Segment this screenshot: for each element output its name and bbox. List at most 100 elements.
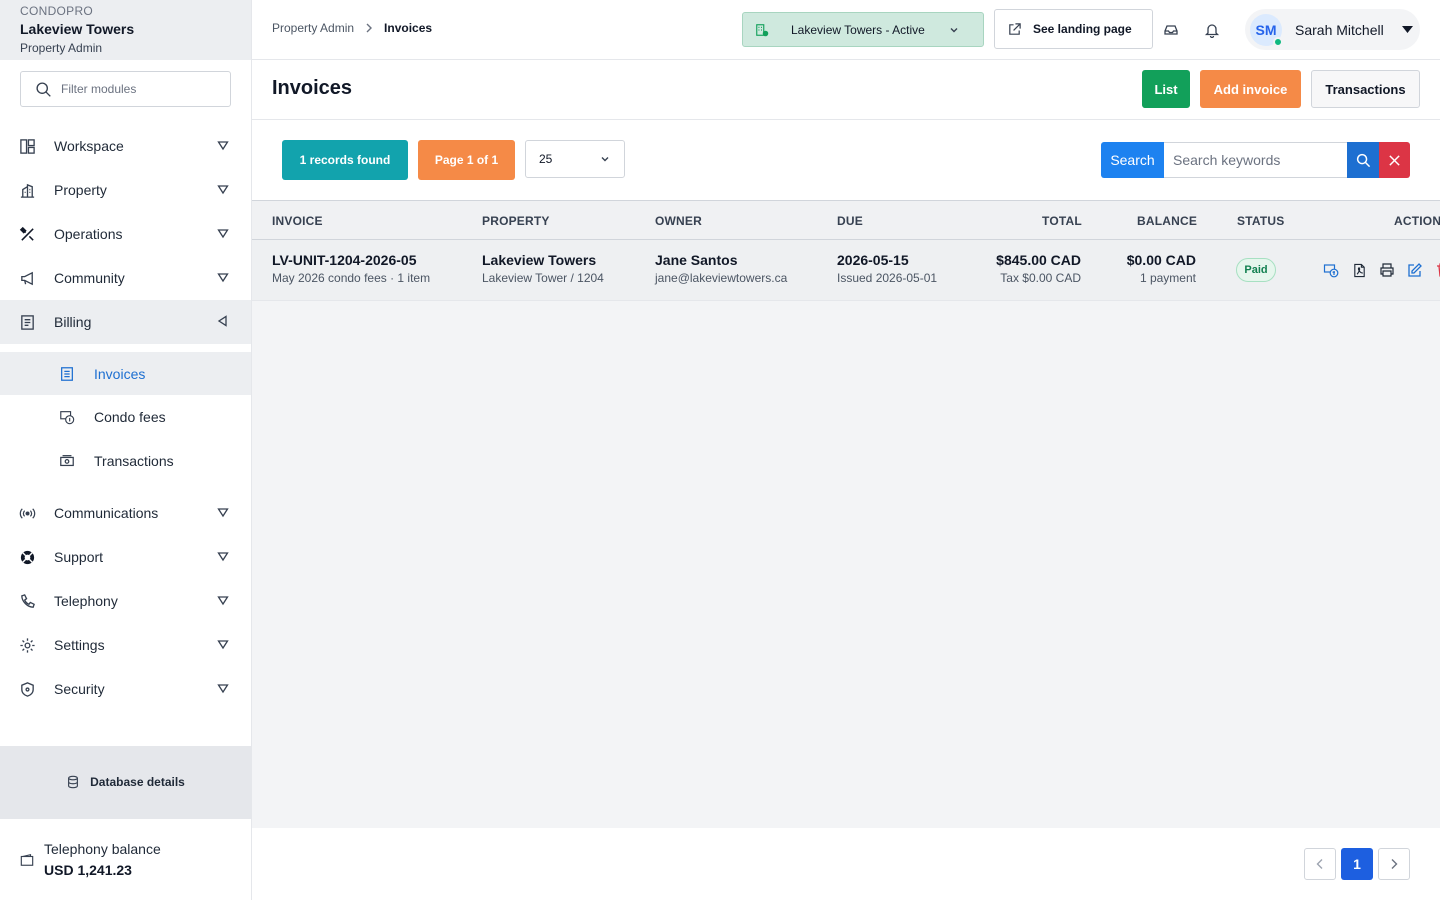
search-icon — [36, 81, 51, 97]
balance-cell: $0.00 CAD 1 payment — [1092, 252, 1196, 288]
per-page-select[interactable]: 25 — [525, 140, 625, 178]
telephony-balance-value: USD 1,241.23 — [44, 861, 132, 878]
search-submit-button[interactable] — [1347, 142, 1379, 178]
invoices-table: INVOICE PROPERTY OWNER DUE TOTAL BALANCE… — [252, 200, 1440, 828]
table-header: INVOICE PROPERTY OWNER DUE TOTAL BALANCE… — [252, 200, 1440, 240]
payment-icon — [1323, 264, 1339, 278]
column-header-status[interactable]: STATUS — [1237, 214, 1284, 228]
sidebar-item-label: Communications — [54, 505, 159, 521]
search-icon — [1356, 153, 1370, 167]
telephony-balance-label: Telephony balance — [44, 840, 161, 857]
sidebar-item-security[interactable]: Security — [0, 667, 251, 711]
search-input[interactable] — [1164, 142, 1348, 178]
user-name: Sarah Mitchell — [1295, 21, 1384, 38]
total-cell: $845.00 CAD Tax $0.00 CAD — [952, 252, 1081, 288]
column-header-due[interactable]: DUE — [837, 214, 863, 228]
record-payment-button[interactable] — [1322, 261, 1340, 279]
delete-button[interactable] — [1434, 261, 1440, 279]
wallet-icon — [20, 853, 34, 866]
database-details-button[interactable]: Database details — [0, 746, 251, 818]
pagination-prev-button[interactable] — [1304, 848, 1336, 880]
sidebar-item-label: Security — [54, 681, 105, 697]
due-date: 2026-05-15 — [837, 252, 909, 268]
caret-down-icon — [217, 273, 229, 283]
sidebar-subitem-label: Transactions — [94, 452, 174, 469]
table-toolbar: 1 records found Page 1 of 1 25 Search — [252, 120, 1440, 200]
sidebar-item-communications[interactable]: Communications — [0, 491, 251, 535]
page-title: Invoices — [272, 77, 353, 99]
print-button[interactable] — [1378, 261, 1396, 279]
search-clear-button[interactable] — [1379, 142, 1410, 178]
sidebar-item-property[interactable]: Property — [0, 168, 251, 212]
sidebar-item-label: Support — [54, 549, 104, 565]
edit-icon — [1408, 263, 1422, 277]
column-header-invoice[interactable]: INVOICE — [272, 214, 323, 228]
pagination-page-1[interactable]: 1 — [1341, 848, 1373, 880]
trash-icon — [1437, 263, 1440, 277]
user-menu[interactable]: SM Sarah Mitchell — [1245, 9, 1420, 50]
balance-amount: $0.00 CAD — [1126, 252, 1196, 268]
filter-modules[interactable] — [20, 71, 231, 107]
issued-date: Issued 2026-05-01 — [837, 271, 938, 285]
notifications-button[interactable] — [1202, 20, 1222, 40]
column-header-balance[interactable]: BALANCE — [1137, 214, 1197, 228]
chevron-down-icon — [601, 157, 609, 162]
sidebar-item-label: Workspace — [54, 138, 124, 154]
phone-icon — [18, 592, 36, 610]
inbox-icon — [1164, 25, 1178, 35]
caret-down-icon — [1402, 26, 1413, 33]
invoice-number[interactable]: LV-UNIT-1204-2026-05 — [272, 252, 430, 269]
transactions-button[interactable]: Transactions — [1311, 70, 1420, 108]
records-found-badge: 1 records found — [282, 140, 408, 180]
column-header-property[interactable]: PROPERTY — [482, 214, 550, 228]
sidebar-item-settings[interactable]: Settings — [0, 623, 251, 667]
sidebar-item-operations[interactable]: Operations — [0, 212, 251, 256]
database-details-label: Database details — [90, 775, 185, 789]
brand-header: CONDOPRO Lakeview Towers Property Admin — [0, 0, 251, 60]
receipt-icon — [18, 313, 36, 331]
external-link-icon — [1009, 22, 1021, 35]
edit-button[interactable] — [1406, 261, 1424, 279]
chevron-right-icon — [366, 23, 373, 33]
sidebar-item-community[interactable]: Community — [0, 256, 251, 300]
column-header-total[interactable]: TOTAL — [1042, 214, 1082, 228]
invoice-icon — [58, 365, 76, 383]
sidebar-item-label: Telephony — [54, 593, 118, 609]
cash-icon — [58, 452, 76, 470]
column-header-actions: ACTIONS — [1394, 214, 1440, 228]
search-label: Search — [1101, 142, 1164, 178]
pagination-next-button[interactable] — [1378, 848, 1410, 880]
caret-left-icon — [217, 315, 227, 327]
breadcrumb-property-admin[interactable]: Property Admin — [272, 21, 354, 35]
payment-count: 1 payment — [1139, 271, 1196, 285]
sidebar-subitem-transactions[interactable]: Transactions — [0, 439, 251, 482]
owner-name: Jane Santos — [655, 252, 738, 268]
see-landing-page-button[interactable]: See landing page — [994, 9, 1153, 49]
filter-modules-input[interactable] — [61, 82, 211, 96]
download-pdf-button[interactable] — [1350, 261, 1368, 279]
close-icon — [1389, 154, 1400, 166]
invoice-cell: LV-UNIT-1204-2026-05 May 2026 condo fees… — [272, 252, 430, 288]
inbox-button[interactable] — [1161, 20, 1181, 40]
owner-cell: Jane Santos jane@lakeviewtowers.ca — [655, 252, 787, 288]
sidebar-subitem-label: Condo fees — [94, 408, 166, 425]
owner-email: jane@lakeviewtowers.ca — [655, 271, 788, 285]
sidebar-item-billing[interactable]: Billing — [0, 300, 251, 344]
shield-icon — [18, 680, 36, 698]
sidebar-subitem-condo-fees[interactable]: Condo fees — [0, 395, 251, 438]
sidebar-item-workspace[interactable]: Workspace — [0, 124, 251, 168]
gear-icon — [18, 636, 36, 654]
list-button[interactable]: List — [1142, 70, 1190, 108]
column-header-owner[interactable]: OWNER — [655, 214, 702, 228]
megaphone-icon — [18, 269, 36, 287]
sidebar-item-support[interactable]: Support — [0, 535, 251, 579]
avatar-initials: SM — [1255, 21, 1277, 38]
property-select[interactable]: Lakeview Towers - Active — [742, 12, 984, 47]
caret-down-icon — [217, 508, 229, 518]
sidebar-subitem-invoices[interactable]: Invoices — [0, 352, 251, 395]
sidebar-item-label: Billing — [54, 314, 92, 330]
caret-down-icon — [217, 552, 229, 562]
add-invoice-button[interactable]: Add invoice — [1200, 70, 1301, 108]
sidebar-item-telephony[interactable]: Telephony — [0, 579, 251, 623]
caret-down-icon — [217, 684, 229, 694]
